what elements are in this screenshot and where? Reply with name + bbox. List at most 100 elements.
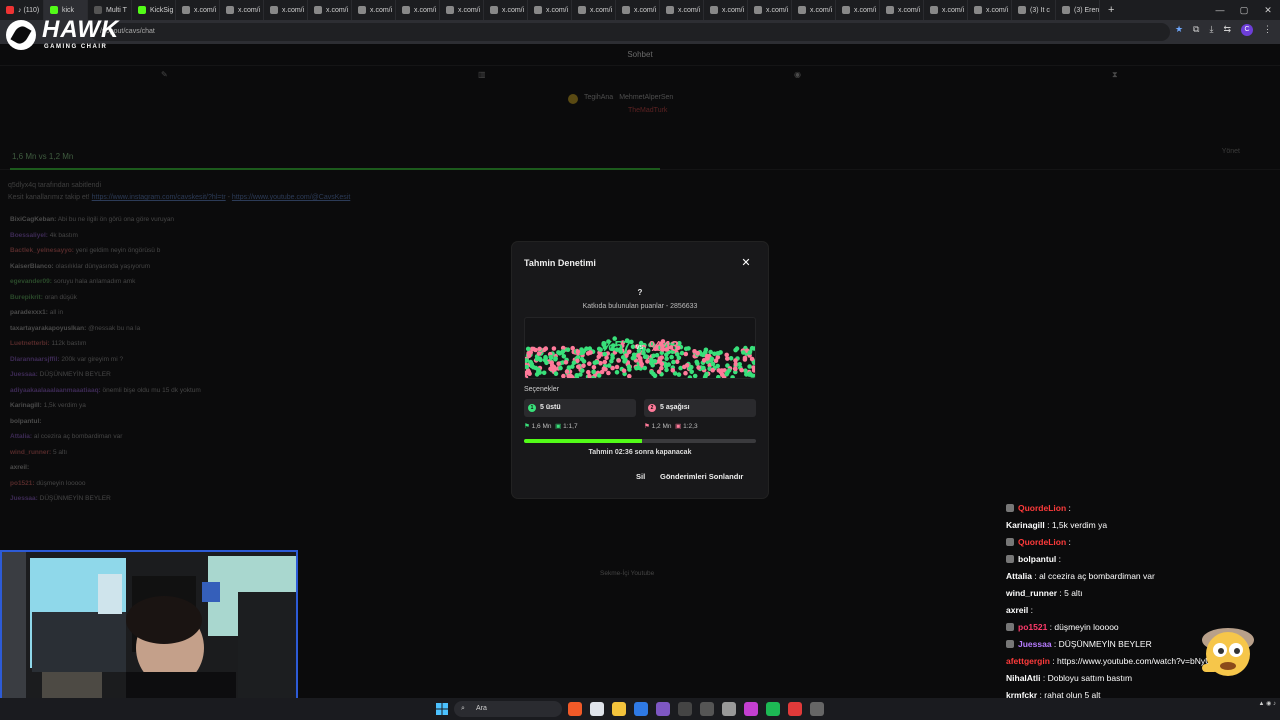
app-icon-5[interactable]: [656, 702, 670, 716]
prediction-ball: [537, 346, 542, 352]
chat-username[interactable]: po1521:: [10, 480, 35, 487]
browser-tab[interactable]: x.com/i: [176, 0, 220, 20]
profile-avatar[interactable]: C: [1241, 24, 1253, 36]
browser-tab[interactable]: x.com/i: [836, 0, 880, 20]
chat-username[interactable]: Attalia:: [10, 433, 32, 440]
app-icon-9[interactable]: [744, 702, 758, 716]
browser-tab[interactable]: x.com/i: [616, 0, 660, 20]
browser-tab[interactable]: x.com/i: [704, 0, 748, 20]
end-submissions-button[interactable]: Gönderimleri Sonlandır: [660, 472, 743, 481]
browser-tab[interactable]: x.com/i: [440, 0, 484, 20]
app-icon-6[interactable]: [678, 702, 692, 716]
browser-tab[interactable]: x.com/i: [264, 0, 308, 20]
chat-username[interactable]: BixiCagKeban:: [10, 216, 56, 223]
option-b-button[interactable]: 2 5 aşağısı: [644, 399, 756, 417]
hourglass-icon[interactable]: ⧗: [1112, 70, 1118, 80]
tab-label: x.com/i: [414, 6, 437, 14]
chat-username[interactable]: bolpantul:: [10, 418, 41, 425]
prediction-ball: [712, 351, 717, 357]
browser-tab[interactable]: x.com/i: [528, 0, 572, 20]
pin-icon[interactable]: ✎: [161, 70, 168, 79]
browser-tab[interactable]: x.com/i: [220, 0, 264, 20]
browser-tab[interactable]: KickSig: [132, 0, 176, 20]
prediction-ball: [725, 356, 730, 361]
prediction-ball: [696, 365, 701, 370]
app-icon-11[interactable]: [788, 702, 802, 716]
prediction-ball: [687, 375, 693, 378]
chat-bubble-icon[interactable]: ◉: [794, 70, 801, 79]
file-explorer-icon[interactable]: [612, 702, 626, 716]
tab-favicon-icon: [930, 6, 938, 14]
app-icon-1[interactable]: [568, 702, 582, 716]
app-icon-12[interactable]: [810, 702, 824, 716]
maximize-icon[interactable]: ▢: [1232, 0, 1256, 20]
manage-button[interactable]: Yönet: [1222, 148, 1240, 155]
app-icon-4[interactable]: [634, 702, 648, 716]
browser-tab[interactable]: x.com/i: [880, 0, 924, 20]
browser-tab[interactable]: x.com/i: [968, 0, 1012, 20]
browser-tab[interactable]: x.com/i: [748, 0, 792, 20]
modal-title: Tahmin Denetimi: [524, 258, 596, 268]
chat-username[interactable]: wind_runner:: [10, 449, 51, 456]
tab-label: x.com/i: [458, 6, 481, 14]
chat-username[interactable]: taxartayarakapoyuslkan:: [10, 325, 86, 332]
menu-icon[interactable]: ⋮: [1263, 24, 1272, 36]
prediction-ball: [594, 359, 599, 365]
browser-tab[interactable]: x.com/i: [572, 0, 616, 20]
chat-username[interactable]: KaiserBlanco:: [10, 263, 54, 270]
browser-tab[interactable]: x.com/i: [792, 0, 836, 20]
close-window-icon[interactable]: ✕: [1256, 0, 1280, 20]
chat-username[interactable]: Juessaa:: [10, 495, 38, 502]
tab-favicon-icon: [886, 6, 894, 14]
chat-username[interactable]: axreil:: [10, 464, 29, 471]
browser-tab[interactable]: (3) Eren: [1056, 0, 1100, 20]
browser-tab[interactable]: x.com/i: [660, 0, 704, 20]
chat-username[interactable]: paradexxx1:: [10, 309, 48, 316]
browser-tab[interactable]: x.com/i: [308, 0, 352, 20]
youtube-link[interactable]: https://www.youtube.com/@CavsKesit: [232, 194, 350, 201]
url-field[interactable]: /popout/cavs/chat: [90, 23, 1170, 41]
sync-icon[interactable]: ⇆: [1223, 24, 1231, 36]
chat-username[interactable]: Dlarannaarsjffil:: [10, 356, 60, 363]
chat-username[interactable]: adiyaakaalaaalaanmaaatiaaq:: [10, 387, 101, 394]
instagram-link[interactable]: https://www.instagram.com/cavskesit/?hl=…: [92, 194, 226, 201]
app-icon-2[interactable]: [590, 702, 604, 716]
pinned-text: Kesit kanallarımız takip et!: [8, 194, 90, 201]
trash-icon[interactable]: ▥: [478, 70, 486, 79]
close-icon[interactable]: ✕: [739, 256, 753, 270]
inline-youtube-label[interactable]: Sekme-İçi Youtube: [600, 570, 654, 577]
app-icon-8[interactable]: [722, 702, 736, 716]
ratio-icon: ▣: [555, 423, 562, 430]
browser-tab[interactable]: x.com/i: [484, 0, 528, 20]
overlay-username: wind_runner: [1006, 588, 1058, 598]
chat-message: Burepikrit: oran düşük: [10, 290, 410, 306]
bookmark-star-icon[interactable]: ★: [1175, 24, 1183, 36]
extensions-icon[interactable]: ⧉: [1193, 24, 1199, 36]
prediction-ball: [627, 373, 632, 378]
chat-username[interactable]: Bactlek_yelnesayyo:: [10, 247, 74, 254]
taskbar-search[interactable]: ⌕ Ara: [454, 701, 562, 717]
overlay-username: bolpantul: [1018, 554, 1057, 564]
chat-username[interactable]: Juessaa:: [10, 371, 38, 378]
chat-username[interactable]: Karinagill:: [10, 402, 42, 409]
chat-username[interactable]: egevander09:: [10, 278, 52, 285]
windows-start-icon[interactable]: [436, 703, 448, 715]
chat-message: Dlarannaarsjffil: 200k var gireyim mi ?: [10, 352, 410, 368]
browser-tab[interactable]: x.com/i: [396, 0, 440, 20]
chat-username[interactable]: Luetnetterbi:: [10, 340, 50, 347]
browser-tab[interactable]: (3) It c: [1012, 0, 1056, 20]
chat-text: düşmeyin looooo: [36, 479, 86, 487]
minimize-icon[interactable]: —: [1208, 0, 1232, 20]
chat-username[interactable]: Boessaliyel:: [10, 232, 48, 239]
chat-username[interactable]: Burepikrit:: [10, 294, 43, 301]
option-a-button[interactable]: 1 5 üstü: [524, 399, 636, 417]
browser-tab[interactable]: x.com/i: [352, 0, 396, 20]
app-icon-7[interactable]: [700, 702, 714, 716]
new-tab-icon[interactable]: +: [1100, 4, 1122, 16]
browser-tab[interactable]: x.com/i: [924, 0, 968, 20]
download-icon[interactable]: ⤓: [1209, 24, 1213, 36]
delete-button[interactable]: Sil: [636, 472, 645, 481]
prediction-ball: [533, 347, 538, 353]
prediction-ball: [614, 364, 620, 370]
spotify-icon[interactable]: [766, 702, 780, 716]
